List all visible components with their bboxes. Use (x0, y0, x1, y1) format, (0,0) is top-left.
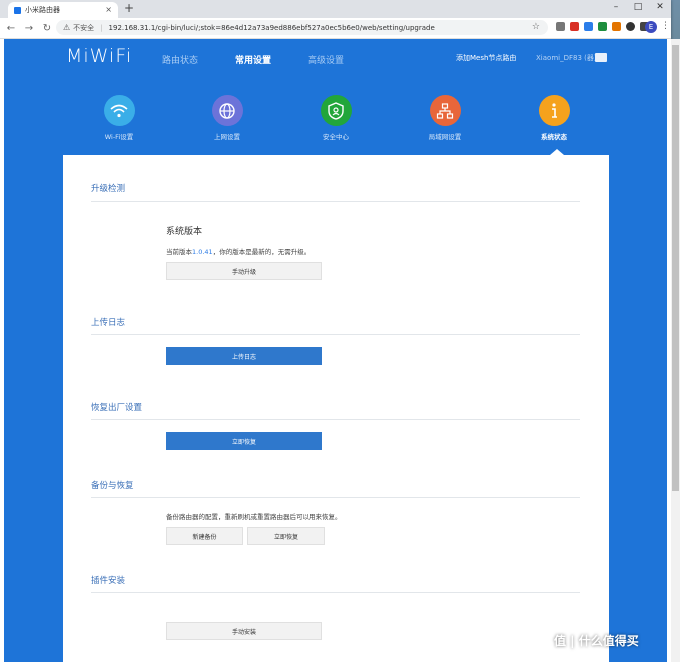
forward-icon[interactable]: → (22, 23, 36, 34)
url-text: 192.168.31.1/cgi-bin/luci/;stok=86e4d12a… (108, 23, 435, 32)
new-tab-button[interactable]: + (124, 1, 134, 15)
reset-section-title: 恢复出厂设置 (91, 403, 143, 413)
info-icon (538, 95, 570, 126)
section-divider (91, 201, 580, 202)
icon-label: Wi-Fi设置 (104, 133, 134, 141)
network-icon (429, 95, 461, 126)
address-separator: | (100, 23, 103, 32)
version-prefix: 当前版本 (166, 248, 192, 256)
manual-upgrade-button[interactable]: 手动升级 (166, 262, 322, 280)
shield-icon (320, 95, 352, 126)
upgrade-section-title: 升级检测 (91, 184, 126, 194)
maximize-icon[interactable]: □ (627, 0, 649, 14)
tab-strip: 小米路由器 × + – □ ✕ (0, 0, 671, 18)
menu-kebab-icon[interactable]: ⋮ (661, 21, 670, 31)
section-divider (91, 419, 580, 420)
extension-icon[interactable] (626, 22, 635, 31)
router-page: MiWiFi 路由状态 常用设置 高级设置 添加Mesh节点路由 Xiaomi_… (4, 39, 667, 662)
nav-advanced-settings[interactable]: 高级设置 (308, 53, 344, 66)
upload-log-button[interactable]: 上传日志 (166, 347, 322, 365)
window-controls: – □ ✕ (605, 0, 671, 14)
mail-icon[interactable] (595, 53, 607, 62)
system-version-heading: 系统版本 (166, 227, 203, 237)
plugin-section-title: 插件安装 (91, 576, 126, 586)
reload-icon[interactable]: ↻ (40, 23, 54, 34)
restore-backup-button[interactable]: 立即恢复 (247, 527, 325, 545)
extension-icons (556, 22, 654, 31)
icon-security-center[interactable]: 安全中心 (296, 95, 376, 141)
factory-reset-button[interactable]: 立即恢复 (166, 432, 322, 450)
profile-avatar[interactable]: E (645, 21, 657, 33)
warning-icon: ⚠ (63, 23, 71, 32)
manual-install-button[interactable]: 手动安装 (166, 622, 322, 640)
icon-label: 局域网设置 (428, 133, 462, 141)
nav-router-status[interactable]: 路由状态 (162, 53, 198, 66)
miwifi-logo[interactable]: MiWiFi (66, 45, 132, 67)
tab-close-icon[interactable]: × (105, 5, 112, 14)
icon-system-status[interactable]: 系统状态 (514, 95, 594, 141)
settings-card: 升级检测 系统版本 当前版本1.0.41，你的版本是最新的，无需升级。 手动升级… (63, 155, 609, 662)
back-icon[interactable]: ← (4, 23, 18, 34)
version-suffix: ，你的版本是最新的，无需升级。 (212, 248, 311, 256)
wifi-icon (103, 95, 135, 126)
window-close-icon[interactable]: ✕ (649, 0, 671, 14)
add-mesh-link[interactable]: 添加Mesh节点路由 (456, 53, 516, 63)
browser-toolbar: ← → ↻ ⚠ 不安全 | 192.168.31.1/cgi-bin/luci/… (0, 18, 671, 39)
tab-title: 小米路由器 (25, 6, 60, 14)
nav-common-settings[interactable]: 常用设置 (235, 53, 271, 66)
backup-section-title: 备份与恢复 (91, 481, 134, 491)
extension-icon[interactable] (570, 22, 579, 31)
version-number: 1.0.41 (192, 248, 213, 256)
icon-internet-settings[interactable]: 上网设置 (187, 95, 267, 141)
extension-icon[interactable] (598, 22, 607, 31)
backup-description: 备份路由器的配置，重新刷机或重置路由器后可以用来恢复。 (166, 513, 342, 521)
watermark: 值 | 什么值得买 (554, 634, 639, 648)
extension-icon[interactable] (584, 22, 593, 31)
minimize-icon[interactable]: – (605, 0, 627, 14)
section-divider (91, 592, 580, 593)
icon-wifi-settings[interactable]: Wi-Fi设置 (79, 95, 159, 141)
new-backup-button[interactable]: 新建备份 (166, 527, 243, 545)
address-bar[interactable]: ⚠ 不安全 | 192.168.31.1/cgi-bin/luci/;stok=… (56, 20, 548, 35)
section-divider (91, 497, 580, 498)
version-description: 当前版本1.0.41，你的版本是最新的，无需升级。 (166, 246, 310, 256)
device-name: Xiaomi_DF83 (器) (536, 54, 597, 62)
router-favicon-icon (14, 6, 21, 14)
section-divider (91, 334, 580, 335)
bookmark-star-icon[interactable]: ☆ (532, 22, 540, 32)
icon-label: 上网设置 (214, 133, 240, 141)
main-nav: 路由状态 常用设置 高级设置 (162, 53, 381, 66)
extension-icon[interactable] (612, 22, 621, 31)
icon-label: 系统状态 (541, 133, 567, 141)
browser-tab[interactable]: 小米路由器 × (8, 2, 118, 18)
icon-lan-settings[interactable]: 局域网设置 (405, 95, 485, 141)
extension-icon[interactable] (556, 22, 565, 31)
insecure-label: 不安全 (73, 23, 95, 32)
icon-label: 安全中心 (323, 133, 349, 141)
scrollbar-thumb[interactable] (672, 45, 679, 491)
globe-icon (211, 95, 243, 126)
log-section-title: 上传日志 (91, 318, 126, 328)
